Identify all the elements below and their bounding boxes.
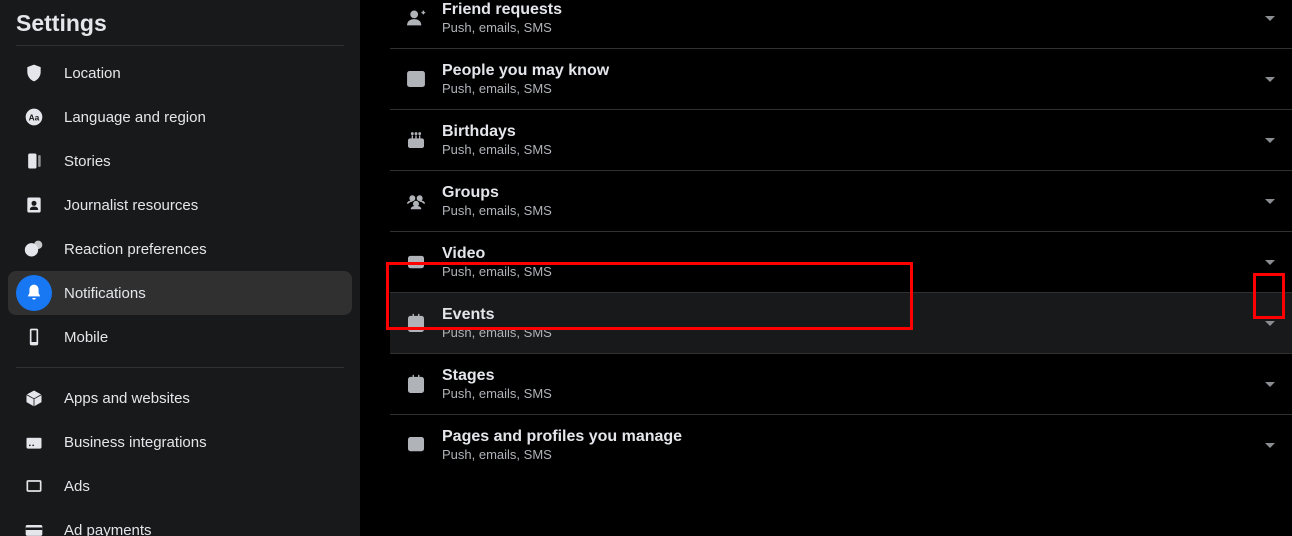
- sidebar-item-label: Ads: [64, 478, 90, 495]
- sidebar-item-stories[interactable]: Stories: [8, 139, 352, 183]
- main-content: Friend requestsPush, emails, SMSPeople y…: [360, 0, 1292, 536]
- video-icon: [402, 248, 430, 276]
- chevron-down-icon[interactable]: [1260, 191, 1280, 211]
- sidebar-item-notifications[interactable]: Notifications: [8, 271, 352, 315]
- notif-text: EventsPush, emails, SMS: [442, 305, 1260, 341]
- sidebar-item-mobile[interactable]: Mobile: [8, 315, 352, 359]
- notif-text: StagesPush, emails, SMS: [442, 366, 1260, 402]
- journalist-icon: [16, 187, 52, 223]
- sidebar-item-adpayments[interactable]: Ad payments: [8, 508, 352, 536]
- notif-title: Groups: [442, 183, 1260, 203]
- chevron-down-icon[interactable]: [1260, 8, 1280, 28]
- sidebar-item-label: Apps and websites: [64, 390, 190, 407]
- sidebar-item-label: Business integrations: [64, 434, 207, 451]
- notif-text: BirthdaysPush, emails, SMS: [442, 122, 1260, 158]
- notif-subtitle: Push, emails, SMS: [442, 447, 1260, 463]
- language-icon: Aa: [16, 99, 52, 135]
- chevron-down-icon[interactable]: [1260, 252, 1280, 272]
- notif-text: Friend requestsPush, emails, SMS: [442, 0, 1260, 36]
- notif-text: VideoPush, emails, SMS: [442, 244, 1260, 280]
- notif-subtitle: Push, emails, SMS: [442, 386, 1260, 402]
- sidebar-item-apps[interactable]: Apps and websites: [8, 376, 352, 420]
- sidebar-item-business[interactable]: Business integrations: [8, 420, 352, 464]
- stories-icon: [16, 143, 52, 179]
- chevron-down-icon[interactable]: [1260, 374, 1280, 394]
- notif-text: GroupsPush, emails, SMS: [442, 183, 1260, 219]
- notif-title: Events: [442, 305, 1260, 325]
- page-title: Settings: [0, 0, 360, 45]
- chevron-down-icon[interactable]: [1260, 69, 1280, 89]
- birthday-icon: [402, 126, 430, 154]
- sidebar-item-journalist[interactable]: Journalist resources: [8, 183, 352, 227]
- notif-title: Pages and profiles you manage: [442, 427, 1260, 447]
- notif-text: Pages and profiles you managePush, email…: [442, 427, 1260, 463]
- notif-subtitle: Push, emails, SMS: [442, 20, 1260, 36]
- divider: [16, 45, 344, 46]
- notif-row-stages[interactable]: StagesPush, emails, SMS: [390, 353, 1292, 414]
- ads-icon: [16, 468, 52, 504]
- notif-subtitle: Push, emails, SMS: [442, 325, 1260, 341]
- apps-icon: [16, 380, 52, 416]
- sidebar-list: Location Aa Language and region Stories Jour…: [0, 51, 360, 536]
- sidebar-item-label: Journalist resources: [64, 197, 198, 214]
- card-icon: [16, 512, 52, 536]
- shield-icon: [16, 55, 52, 91]
- notif-subtitle: Push, emails, SMS: [442, 142, 1260, 158]
- notif-row-pages[interactable]: Pages and profiles you managePush, email…: [390, 414, 1292, 475]
- notif-title: Birthdays: [442, 122, 1260, 142]
- sidebar-item-label: Ad payments: [64, 522, 152, 536]
- sidebar-item-reaction[interactable]: Reaction preferences: [8, 227, 352, 271]
- sidebar-item-label: Mobile: [64, 329, 108, 346]
- notif-subtitle: Push, emails, SMS: [442, 264, 1260, 280]
- divider: [16, 367, 344, 368]
- sidebar-item-label: Language and region: [64, 109, 206, 126]
- sidebar-item-label: Notifications: [64, 285, 146, 302]
- notif-title: Stages: [442, 366, 1260, 386]
- notifications-list: Friend requestsPush, emails, SMSPeople y…: [390, 0, 1292, 475]
- mobile-icon: [16, 319, 52, 355]
- chevron-down-icon[interactable]: [1260, 435, 1280, 455]
- sidebar-item-location[interactable]: Location: [8, 51, 352, 95]
- notif-row-pymk[interactable]: People you may knowPush, emails, SMS: [390, 48, 1292, 109]
- chevron-down-icon[interactable]: [1260, 313, 1280, 333]
- notif-title: People you may know: [442, 61, 1260, 81]
- settings-sidebar: Settings Location Aa Language and region St…: [0, 0, 360, 536]
- notif-text: People you may knowPush, emails, SMS: [442, 61, 1260, 97]
- sidebar-item-ads[interactable]: Ads: [8, 464, 352, 508]
- people-icon: [402, 65, 430, 93]
- calendar-icon: [402, 370, 430, 398]
- notif-row-events[interactable]: EventsPush, emails, SMS: [390, 292, 1292, 353]
- bell-icon: [16, 275, 52, 311]
- flag-icon: [402, 431, 430, 459]
- notif-subtitle: Push, emails, SMS: [442, 203, 1260, 219]
- notif-title: Video: [442, 244, 1260, 264]
- reaction-icon: [16, 231, 52, 267]
- notif-row-groups[interactable]: GroupsPush, emails, SMS: [390, 170, 1292, 231]
- sidebar-item-label: Location: [64, 65, 121, 82]
- sidebar-item-language[interactable]: Aa Language and region: [8, 95, 352, 139]
- sidebar-item-label: Stories: [64, 153, 111, 170]
- notif-title: Friend requests: [442, 0, 1260, 20]
- notif-subtitle: Push, emails, SMS: [442, 81, 1260, 97]
- groups-icon: [402, 187, 430, 215]
- friend-request-icon: [402, 4, 430, 32]
- svg-text:Aa: Aa: [29, 112, 40, 122]
- notif-row-friendreq[interactable]: Friend requestsPush, emails, SMS: [390, 0, 1292, 48]
- notif-row-video[interactable]: VideoPush, emails, SMS: [390, 231, 1292, 292]
- calendar-icon: [402, 309, 430, 337]
- sidebar-item-label: Reaction preferences: [64, 241, 207, 258]
- business-icon: [16, 424, 52, 460]
- chevron-down-icon[interactable]: [1260, 130, 1280, 150]
- notif-row-birthdays[interactable]: BirthdaysPush, emails, SMS: [390, 109, 1292, 170]
